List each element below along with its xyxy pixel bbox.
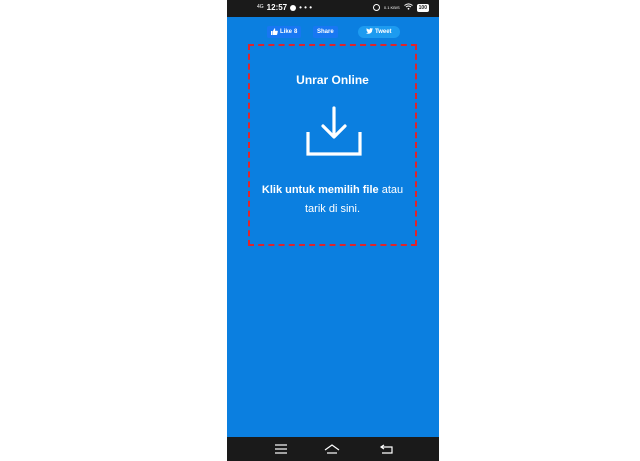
share-label: Share (317, 29, 334, 35)
like-count: 8 (294, 29, 298, 35)
download-icon (306, 106, 362, 156)
facebook-like-button[interactable]: Like 8 (267, 26, 302, 38)
file-dropzone[interactable]: Unrar Online Klik untuk memilih file ata… (248, 44, 417, 246)
thumbs-up-icon (271, 27, 278, 37)
social-buttons: Like 8 Share Tweet (227, 26, 439, 38)
dropzone-title: Unrar Online (296, 73, 369, 87)
home-icon[interactable] (324, 442, 340, 456)
status-bar: 4G 12:57 • • • 0.1 KB/S 100 (227, 0, 439, 17)
back-icon[interactable] (379, 442, 395, 456)
twitter-bird-icon (366, 28, 373, 36)
facebook-share-button[interactable]: Share (313, 26, 338, 38)
phone-screen: 4G 12:57 • • • 0.1 KB/S 100 Like 8 Share… (227, 0, 439, 461)
dropzone-instruction: Klik untuk memilih file atau tarik di si… (256, 181, 409, 219)
menu-icon[interactable] (273, 442, 289, 456)
clock: 12:57 (266, 3, 288, 12)
like-label: Like (280, 29, 293, 35)
tweet-label: Tweet (375, 29, 392, 35)
alarm-icon (372, 4, 380, 11)
more-notifications-icon: • • • (299, 3, 312, 12)
status-right: 0.1 KB/S 100 (372, 3, 429, 12)
tweet-button[interactable]: Tweet (358, 26, 400, 38)
status-left: 4G 12:57 • • • (257, 3, 312, 12)
wifi-icon (403, 3, 413, 12)
battery-indicator: 100 (416, 3, 429, 12)
network-speed: 0.1 KB/S (383, 4, 400, 10)
dropzone-instruction-bold: Klik untuk memilih file (261, 184, 379, 196)
chat-notification-icon (290, 4, 297, 11)
signal-indicator: 4G (257, 4, 264, 10)
navigation-bar (227, 437, 439, 461)
